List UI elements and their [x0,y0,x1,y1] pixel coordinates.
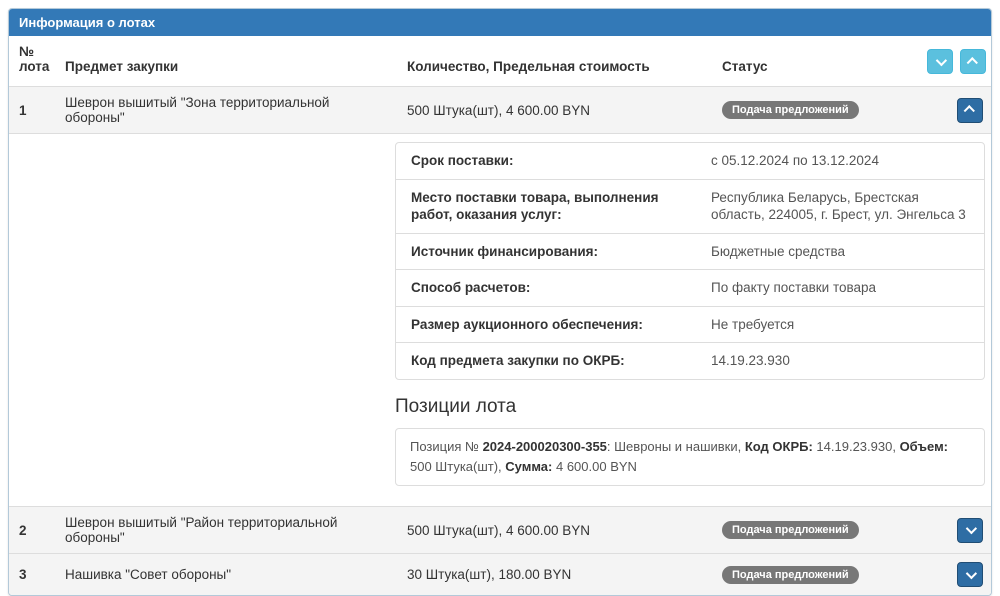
lot-subject: Нашивка "Совет обороны" [57,554,399,596]
lot-status-cell: Подача предложений [714,87,919,134]
position-text: Позиция № [410,439,483,454]
header-controls [919,36,991,87]
chevron-up-icon [966,57,977,68]
status-badge: Подача предложений [722,521,859,539]
detail-label: Место поставки товара, выполнения работ,… [396,180,711,233]
lots-table: № лота Предмет закупки Количество, Преде… [9,36,991,595]
header-quantity: Количество, Предельная стоимость [399,36,714,87]
chevron-down-icon [936,54,947,65]
position-okrb-label: Код ОКРБ: [745,439,813,454]
position-item: Позиция № 2024-200020300-355: Шевроны и … [395,428,985,486]
position-text: 4 600.00 BYN [552,459,637,474]
lot-actions-cell [919,87,991,134]
lot-details-row: Срок поставки: с 05.12.2024 по 13.12.202… [9,134,991,507]
lot-actions-cell [919,554,991,596]
position-text: : Шевроны и нашивки, [607,439,745,454]
lot-details-panel: Срок поставки: с 05.12.2024 по 13.12.202… [395,142,985,380]
position-volume-label: Объем: [900,439,948,454]
lot-number: 2 [9,507,57,554]
lot-collapse-button[interactable] [957,98,983,123]
lot-number: 1 [9,87,57,134]
detail-row: Источник финансирования: Бюджетные средс… [396,233,984,270]
positions-title: Позиции лота [395,396,985,418]
header-status: Статус [714,36,919,87]
chevron-down-icon [966,568,977,579]
lot-quantity: 500 Штука(шт), 4 600.00 BYN [399,87,714,134]
lot-status-cell: Подача предложений [714,507,919,554]
collapse-all-button[interactable] [960,49,986,74]
position-number: 2024-200020300-355 [483,439,607,454]
detail-label: Срок поставки: [396,143,711,179]
detail-row: Код предмета закупки по ОКРБ: 14.19.23.9… [396,342,984,379]
detail-value: с 05.12.2024 по 13.12.2024 [711,143,984,179]
position-sum-label: Сумма: [505,459,552,474]
lot-expand-button[interactable] [957,518,983,543]
lots-panel: Информация о лотах № лота Предмет закупк… [8,8,992,596]
table-header-row: № лота Предмет закупки Количество, Преде… [9,36,991,87]
lot-status-cell: Подача предложений [714,554,919,596]
detail-value: Бюджетные средства [711,234,984,270]
header-subject: Предмет закупки [57,36,399,87]
lot-quantity: 500 Штука(шт), 4 600.00 BYN [399,507,714,554]
detail-label: Способ расчетов: [396,270,711,306]
detail-label: Размер аукционного обеспечения: [396,307,711,343]
header-lot-number: № лота [9,36,57,87]
lot-details-cell: Срок поставки: с 05.12.2024 по 13.12.202… [9,134,991,507]
lot-quantity: 30 Штука(шт), 180.00 BYN [399,554,714,596]
detail-value: По факту поставки товара [711,270,984,306]
panel-title: Информация о лотах [9,9,991,36]
detail-label: Источник финансирования: [396,234,711,270]
lot-expand-button[interactable] [957,562,983,587]
detail-value: 14.19.23.930 [711,343,984,379]
position-text: 14.19.23.930, [813,439,900,454]
detail-value: Республика Беларусь, Брестская область, … [711,180,984,233]
chevron-up-icon [964,105,975,116]
table-row: 1 Шеврон вышитый "Зона территориальной о… [9,87,991,134]
expand-all-button[interactable] [927,49,953,74]
chevron-down-icon [966,523,977,534]
status-badge: Подача предложений [722,101,859,119]
lot-subject: Шеврон вышитый "Район территориальной об… [57,507,399,554]
table-row: 3 Нашивка "Совет обороны" 30 Штука(шт), … [9,554,991,596]
detail-label: Код предмета закупки по ОКРБ: [396,343,711,379]
table-row: 2 Шеврон вышитый "Район территориальной … [9,507,991,554]
detail-row: Способ расчетов: По факту поставки товар… [396,269,984,306]
detail-value: Не требуется [711,307,984,343]
detail-row: Срок поставки: с 05.12.2024 по 13.12.202… [396,143,984,179]
position-text: 500 Штука(шт), [410,459,505,474]
detail-row: Место поставки товара, выполнения работ,… [396,179,984,233]
lot-number: 3 [9,554,57,596]
lot-subject: Шеврон вышитый "Зона территориальной обо… [57,87,399,134]
status-badge: Подача предложений [722,566,859,584]
detail-row: Размер аукционного обеспечения: Не требу… [396,306,984,343]
lot-actions-cell [919,507,991,554]
